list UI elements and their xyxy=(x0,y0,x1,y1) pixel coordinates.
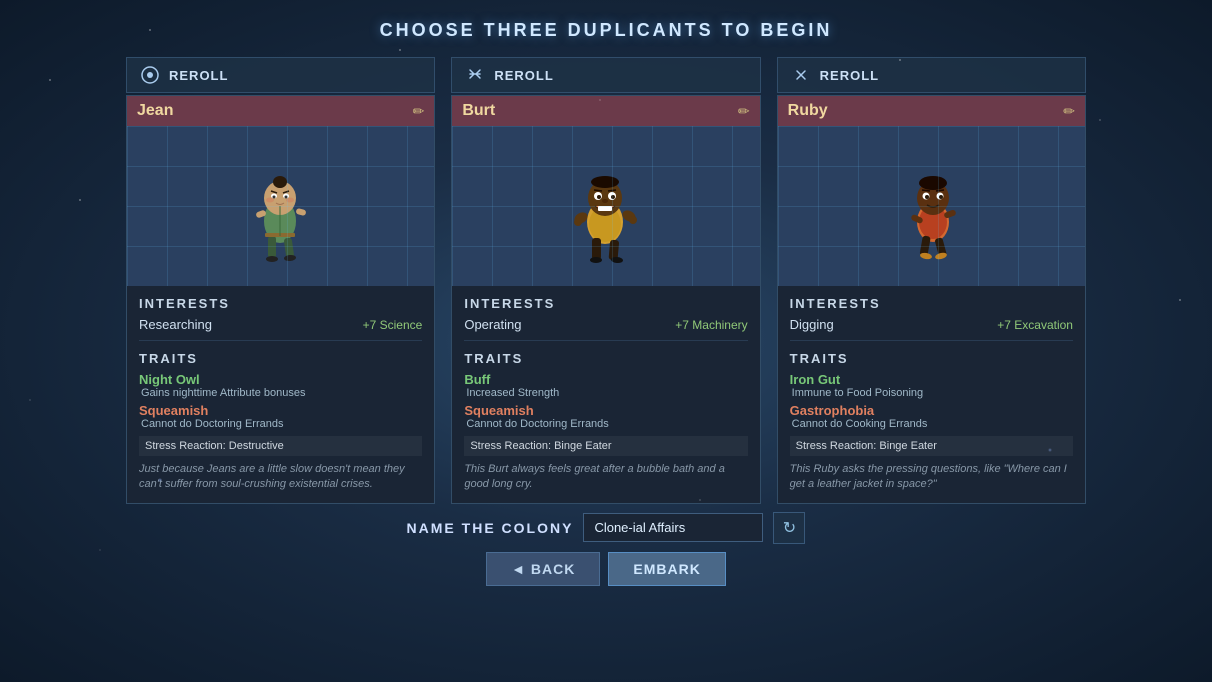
reroll-label-ruby: REROLL xyxy=(820,68,879,83)
reroll-icon-jean xyxy=(139,64,161,86)
colony-name-input[interactable] xyxy=(583,513,763,542)
colony-row: NAME THE COLONY ↻ xyxy=(407,512,806,544)
traits-title-jean: TRAITS xyxy=(139,351,422,366)
interests-title-burt: INTERESTS xyxy=(464,296,747,311)
trait1-desc-ruby: Immune to Food Poisoning xyxy=(790,387,1073,399)
card-jean: Jean ✏ xyxy=(126,95,435,504)
card-header-burt: Burt ✏ xyxy=(452,96,759,126)
edit-icon-jean[interactable]: ✏ xyxy=(413,103,425,120)
stress-reaction-ruby: Stress Reaction: Binge Eater xyxy=(790,436,1073,456)
edit-icon-ruby[interactable]: ✏ xyxy=(1063,103,1075,120)
card-name-ruby: Ruby xyxy=(788,102,828,120)
divider-jean-1 xyxy=(139,340,422,341)
trait1-name-jean: Night Owl xyxy=(139,372,422,387)
interest-row-burt: Operating +7 Machinery xyxy=(464,317,747,332)
stress-reaction-jean: Stress Reaction: Destructive xyxy=(139,436,422,456)
trait2-desc-ruby: Cannot do Cooking Errands xyxy=(790,418,1073,430)
duplicant-column-jean: REROLL Jean ✏ xyxy=(126,57,435,504)
interest-row-jean: Researching +7 Science xyxy=(139,317,422,332)
interest-bonus-ruby: +7 Excavation xyxy=(997,318,1073,332)
embark-button[interactable]: EMBARK xyxy=(608,552,725,586)
bottom-section: NAME THE COLONY ↻ ◄ BACK EMBARK xyxy=(407,512,806,586)
interests-title-jean: INTERESTS xyxy=(139,296,422,311)
trait2-name-burt: Squeamish xyxy=(464,403,747,418)
card-header-jean: Jean ✏ xyxy=(127,96,434,126)
card-body-burt: INTERESTS Operating +7 Machinery TRAITS … xyxy=(452,286,759,503)
reroll-label-jean: REROLL xyxy=(169,68,228,83)
card-body-ruby: INTERESTS Digging +7 Excavation TRAITS I… xyxy=(778,286,1085,503)
jean-sprite xyxy=(238,146,323,266)
character-area-burt xyxy=(452,126,759,286)
interest-name-jean: Researching xyxy=(139,317,212,332)
character-area-ruby xyxy=(778,126,1085,286)
divider-ruby-1 xyxy=(790,340,1073,341)
nav-row: ◄ BACK EMBARK xyxy=(486,552,726,586)
card-name-burt: Burt xyxy=(462,102,495,120)
trait1-name-ruby: Iron Gut xyxy=(790,372,1073,387)
interest-name-ruby: Digging xyxy=(790,317,834,332)
refresh-icon: ↻ xyxy=(783,518,796,538)
edit-icon-burt[interactable]: ✏ xyxy=(738,103,750,120)
interest-bonus-jean: +7 Science xyxy=(363,318,423,332)
trait2-desc-burt: Cannot do Doctoring Errands xyxy=(464,418,747,430)
reroll-button-ruby[interactable]: REROLL xyxy=(777,57,1086,93)
interests-title-ruby: INTERESTS xyxy=(790,296,1073,311)
refresh-colony-button[interactable]: ↻ xyxy=(773,512,805,544)
trait2-name-ruby: Gastrophobia xyxy=(790,403,1073,418)
card-header-ruby: Ruby ✏ xyxy=(778,96,1085,126)
interest-bonus-burt: +7 Machinery xyxy=(675,318,747,332)
back-button[interactable]: ◄ BACK xyxy=(486,552,600,586)
trait1-desc-jean: Gains nighttime Attribute bonuses xyxy=(139,387,422,399)
cards-container: REROLL Jean ✏ xyxy=(126,57,1086,504)
reroll-icon-ruby xyxy=(790,64,812,86)
page-title: CHOOSE THREE DUPLICANTS TO BEGIN xyxy=(380,20,833,41)
stress-reaction-burt: Stress Reaction: Binge Eater xyxy=(464,436,747,456)
colony-name-label: NAME THE COLONY xyxy=(407,520,574,536)
card-name-jean: Jean xyxy=(137,102,173,120)
trait2-desc-jean: Cannot do Doctoring Errands xyxy=(139,418,422,430)
trait1-name-burt: Buff xyxy=(464,372,747,387)
card-ruby: Ruby ✏ xyxy=(777,95,1086,504)
character-area-jean xyxy=(127,126,434,286)
reroll-label-burt: REROLL xyxy=(494,68,553,83)
flavor-text-ruby: This Ruby asks the pressing questions, l… xyxy=(790,462,1073,493)
card-burt: Burt ✏ xyxy=(451,95,760,504)
burt-sprite xyxy=(563,146,648,266)
duplicant-column-ruby: REROLL Ruby ✏ xyxy=(777,57,1086,504)
ruby-sprite xyxy=(889,146,974,266)
trait2-name-jean: Squeamish xyxy=(139,403,422,418)
interest-row-ruby: Digging +7 Excavation xyxy=(790,317,1073,332)
duplicant-column-burt: REROLL Burt ✏ xyxy=(451,57,760,504)
divider-burt-1 xyxy=(464,340,747,341)
interest-name-burt: Operating xyxy=(464,317,521,332)
trait1-desc-burt: Increased Strength xyxy=(464,387,747,399)
traits-title-ruby: TRAITS xyxy=(790,351,1073,366)
reroll-icon-burt xyxy=(464,64,486,86)
flavor-text-jean: Just because Jeans are a little slow doe… xyxy=(139,462,422,493)
reroll-button-jean[interactable]: REROLL xyxy=(126,57,435,93)
flavor-text-burt: This Burt always feels great after a bub… xyxy=(464,462,747,493)
traits-title-burt: TRAITS xyxy=(464,351,747,366)
reroll-button-burt[interactable]: REROLL xyxy=(451,57,760,93)
card-body-jean: INTERESTS Researching +7 Science TRAITS … xyxy=(127,286,434,503)
